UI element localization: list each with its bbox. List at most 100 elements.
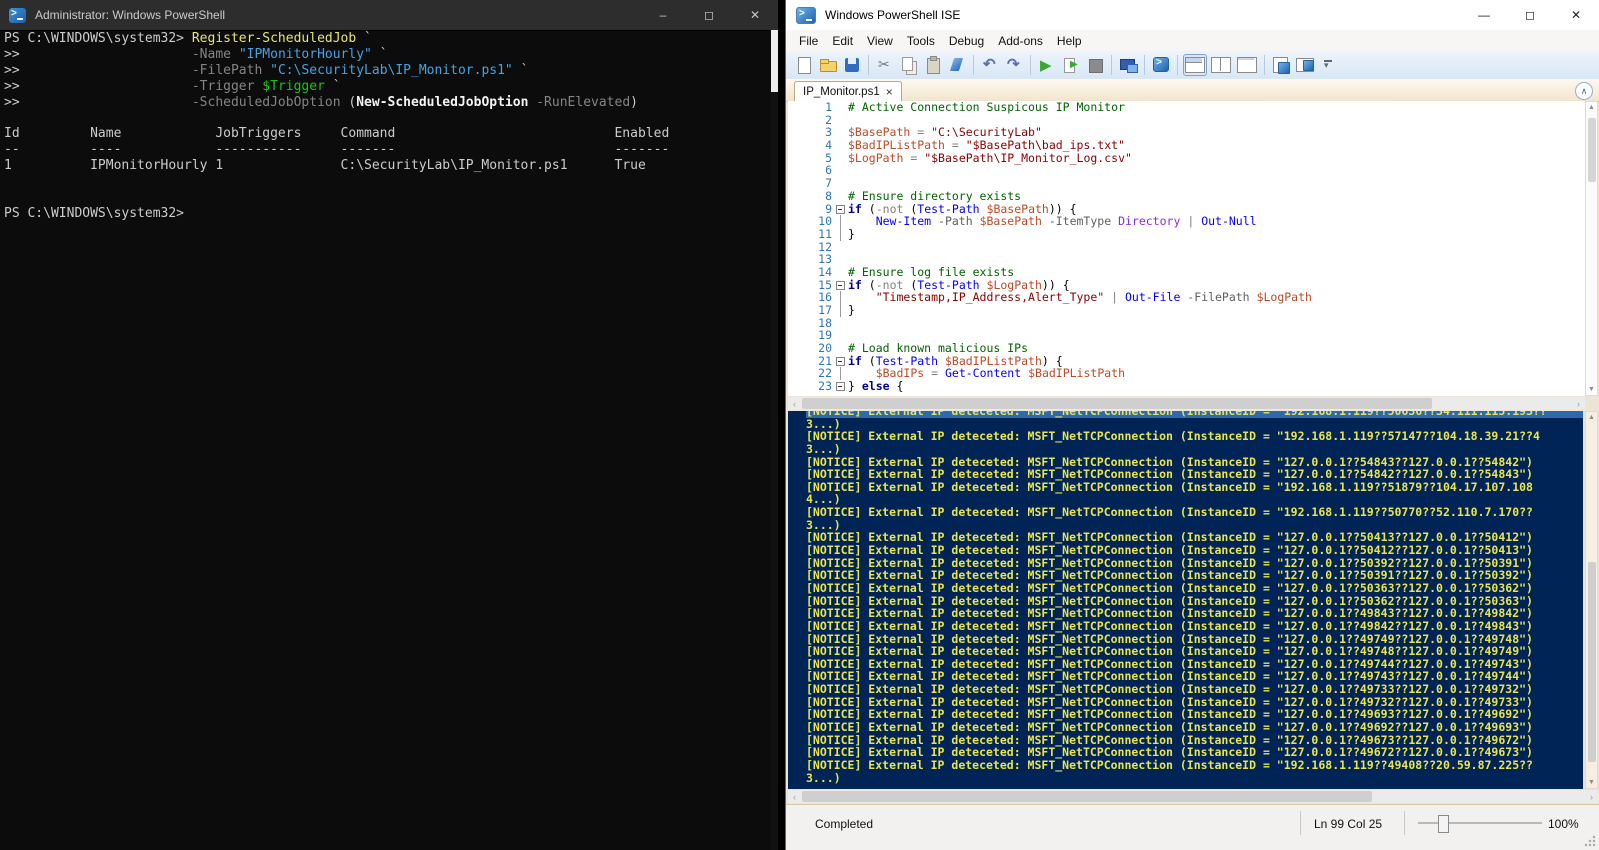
start-powershell-exe-icon[interactable] [1151,55,1171,75]
new-script-icon[interactable] [794,55,814,75]
menu-file[interactable]: File [792,32,825,50]
editor-vertical-scrollbar[interactable]: ▲ ▼ [1585,101,1598,396]
script-editor-pane[interactable]: 1# Active Connection Suspicous IP Monito… [788,101,1585,396]
code-text: "Timestamp,IP_Address,Alert_Type" | Out-… [848,291,1312,304]
fold-guide [832,126,848,139]
zoom-level: 100% [1548,817,1579,831]
editor-line: 10 New-Item -Path $BasePath -ItemType Di… [788,215,1585,228]
fold-guide [832,342,848,355]
run-script-icon[interactable] [1037,55,1057,75]
console-pane[interactable]: [NOTICE] External IP deteceted: MSFT_Net… [788,411,1583,789]
fold-guide [832,317,848,330]
menu-add-ons[interactable]: Add-ons [991,32,1050,50]
new-remote-powershell-tab-icon[interactable] [1118,55,1138,75]
fold-collapse-icon[interactable] [832,380,848,393]
save-script-icon[interactable] [842,55,862,75]
console-vscroll-thumb[interactable] [1588,562,1596,762]
terminal-line: >> -ScheduledJobOption (New-ScheduledJob… [4,95,768,111]
menu-edit[interactable]: Edit [825,32,860,50]
console-output: [NOTICE] External IP deteceted: MSFT_Net… [806,411,1583,784]
maximize-button[interactable]: ◻ [686,0,732,30]
menu-debug[interactable]: Debug [942,32,991,50]
fold-guide [832,266,848,279]
ise-window: Windows PowerShell ISE — ◻ ✕ FileEditVie… [785,0,1599,850]
fold-collapse-icon[interactable] [832,355,848,368]
fold-guide [832,177,848,190]
resize-grip-icon[interactable] [1584,835,1596,847]
collapse-script-pane-button[interactable]: ∧ [1575,82,1593,100]
editor-line: 1# Active Connection Suspicous IP Monito… [788,101,1585,114]
menu-tools[interactable]: Tools [900,32,942,50]
terminal-line: 1 IPMonitorHourly 1 C:\SecurityLab\IP_Mo… [4,158,768,174]
zoom-slider[interactable] [1418,822,1542,824]
close-button[interactable]: ✕ [732,0,778,30]
tab-close-icon[interactable]: × [886,85,893,99]
scroll-up-icon[interactable]: ▲ [1586,104,1597,111]
editor-horizontal-scrollbar[interactable]: ‹ › [788,397,1585,410]
terminal-scrollbar-thumb[interactable] [771,30,778,92]
editor-line: 12 [788,241,1585,254]
scroll-left-icon[interactable]: ‹ [788,790,801,803]
status-separator [1404,811,1405,835]
zoom-slider-thumb[interactable] [1438,815,1449,833]
undo-icon[interactable] [980,55,1000,75]
scroll-up-icon[interactable]: ▲ [1586,414,1597,421]
minimize-button[interactable]: — [1461,0,1507,30]
terminal-line: PS C:\WINDOWS\system32> [4,206,768,222]
terminal-line: >> -FilePath "C:\SecurityLab\IP_Monitor.… [4,63,768,79]
tab-ip-monitor[interactable]: IP_Monitor.ps1 × [794,81,902,102]
cut-icon[interactable] [875,55,895,75]
copy-icon[interactable] [899,55,919,75]
code-text: } [848,304,855,317]
fold-guide [832,367,848,380]
terminal-line [4,110,768,126]
console-line: [NOTICE] External IP deteceted: MSFT_Net… [806,430,1583,443]
scroll-down-icon[interactable]: ▼ [1586,386,1597,393]
code-text: } else { [848,380,903,393]
console-horizontal-scrollbar[interactable]: ‹ › [788,790,1598,803]
status-bar: Completed Ln 99 Col 25 100% [786,804,1599,850]
fold-guide [832,241,848,254]
terminal-title: Administrator: Windows PowerShell [35,8,640,22]
terminal-scrollbar[interactable] [771,30,778,850]
terminal-output[interactable]: PS C:\WINDOWS\system32> Register-Schedul… [4,31,768,850]
menu-help[interactable]: Help [1050,32,1089,50]
menu-view[interactable]: View [860,32,900,50]
console-line: 3...) [806,443,1583,456]
show-script-pane-maximized-icon[interactable] [1236,55,1258,75]
console-hscroll-thumb[interactable] [802,791,1372,802]
code-text: New-Item -Path $BasePath -ItemType Direc… [848,215,1257,228]
fold-guide [832,228,848,241]
clear-console-pane-icon[interactable] [947,55,967,75]
console-line: [NOTICE] External IP deteceted: MSFT_Net… [806,481,1583,494]
scroll-down-icon[interactable]: ▼ [1586,779,1597,786]
toolbar-separator [1030,55,1031,75]
run-selection-icon[interactable] [1061,55,1081,75]
fold-collapse-icon[interactable] [832,203,848,216]
scroll-right-icon[interactable]: › [1572,397,1585,410]
fold-guide [832,101,848,114]
editor-hscroll-thumb[interactable] [802,398,1432,409]
scroll-left-icon[interactable]: ‹ [788,397,801,410]
open-script-icon[interactable] [818,55,838,75]
new-powershell-tab-icon[interactable] [1271,55,1291,75]
show-script-pane-top-icon[interactable] [1184,55,1206,75]
paste-icon[interactable] [923,55,943,75]
overflow-menu-icon[interactable] [1319,55,1339,75]
close-button[interactable]: ✕ [1553,0,1599,30]
stop-operation-icon[interactable] [1085,55,1105,75]
ise-title: Windows PowerShell ISE [825,8,1461,22]
fold-collapse-icon[interactable] [832,279,848,292]
console-line: [NOTICE] External IP deteceted: MSFT_Net… [806,759,1583,772]
minimize-button[interactable]: – [640,0,686,30]
console-vertical-scrollbar[interactable]: ▲ ▼ [1585,411,1598,789]
editor-line: 6 [788,164,1585,177]
terminal-line: PS C:\WINDOWS\system32> Register-Schedul… [4,31,768,47]
show-command-window-icon[interactable] [1295,55,1315,75]
show-script-pane-right-icon[interactable] [1210,55,1232,75]
maximize-button[interactable]: ◻ [1507,0,1553,30]
scroll-right-icon[interactable]: › [1585,790,1598,803]
toolbar-separator [1177,55,1178,75]
redo-icon[interactable] [1004,55,1024,75]
editor-vscroll-thumb[interactable] [1588,118,1596,182]
